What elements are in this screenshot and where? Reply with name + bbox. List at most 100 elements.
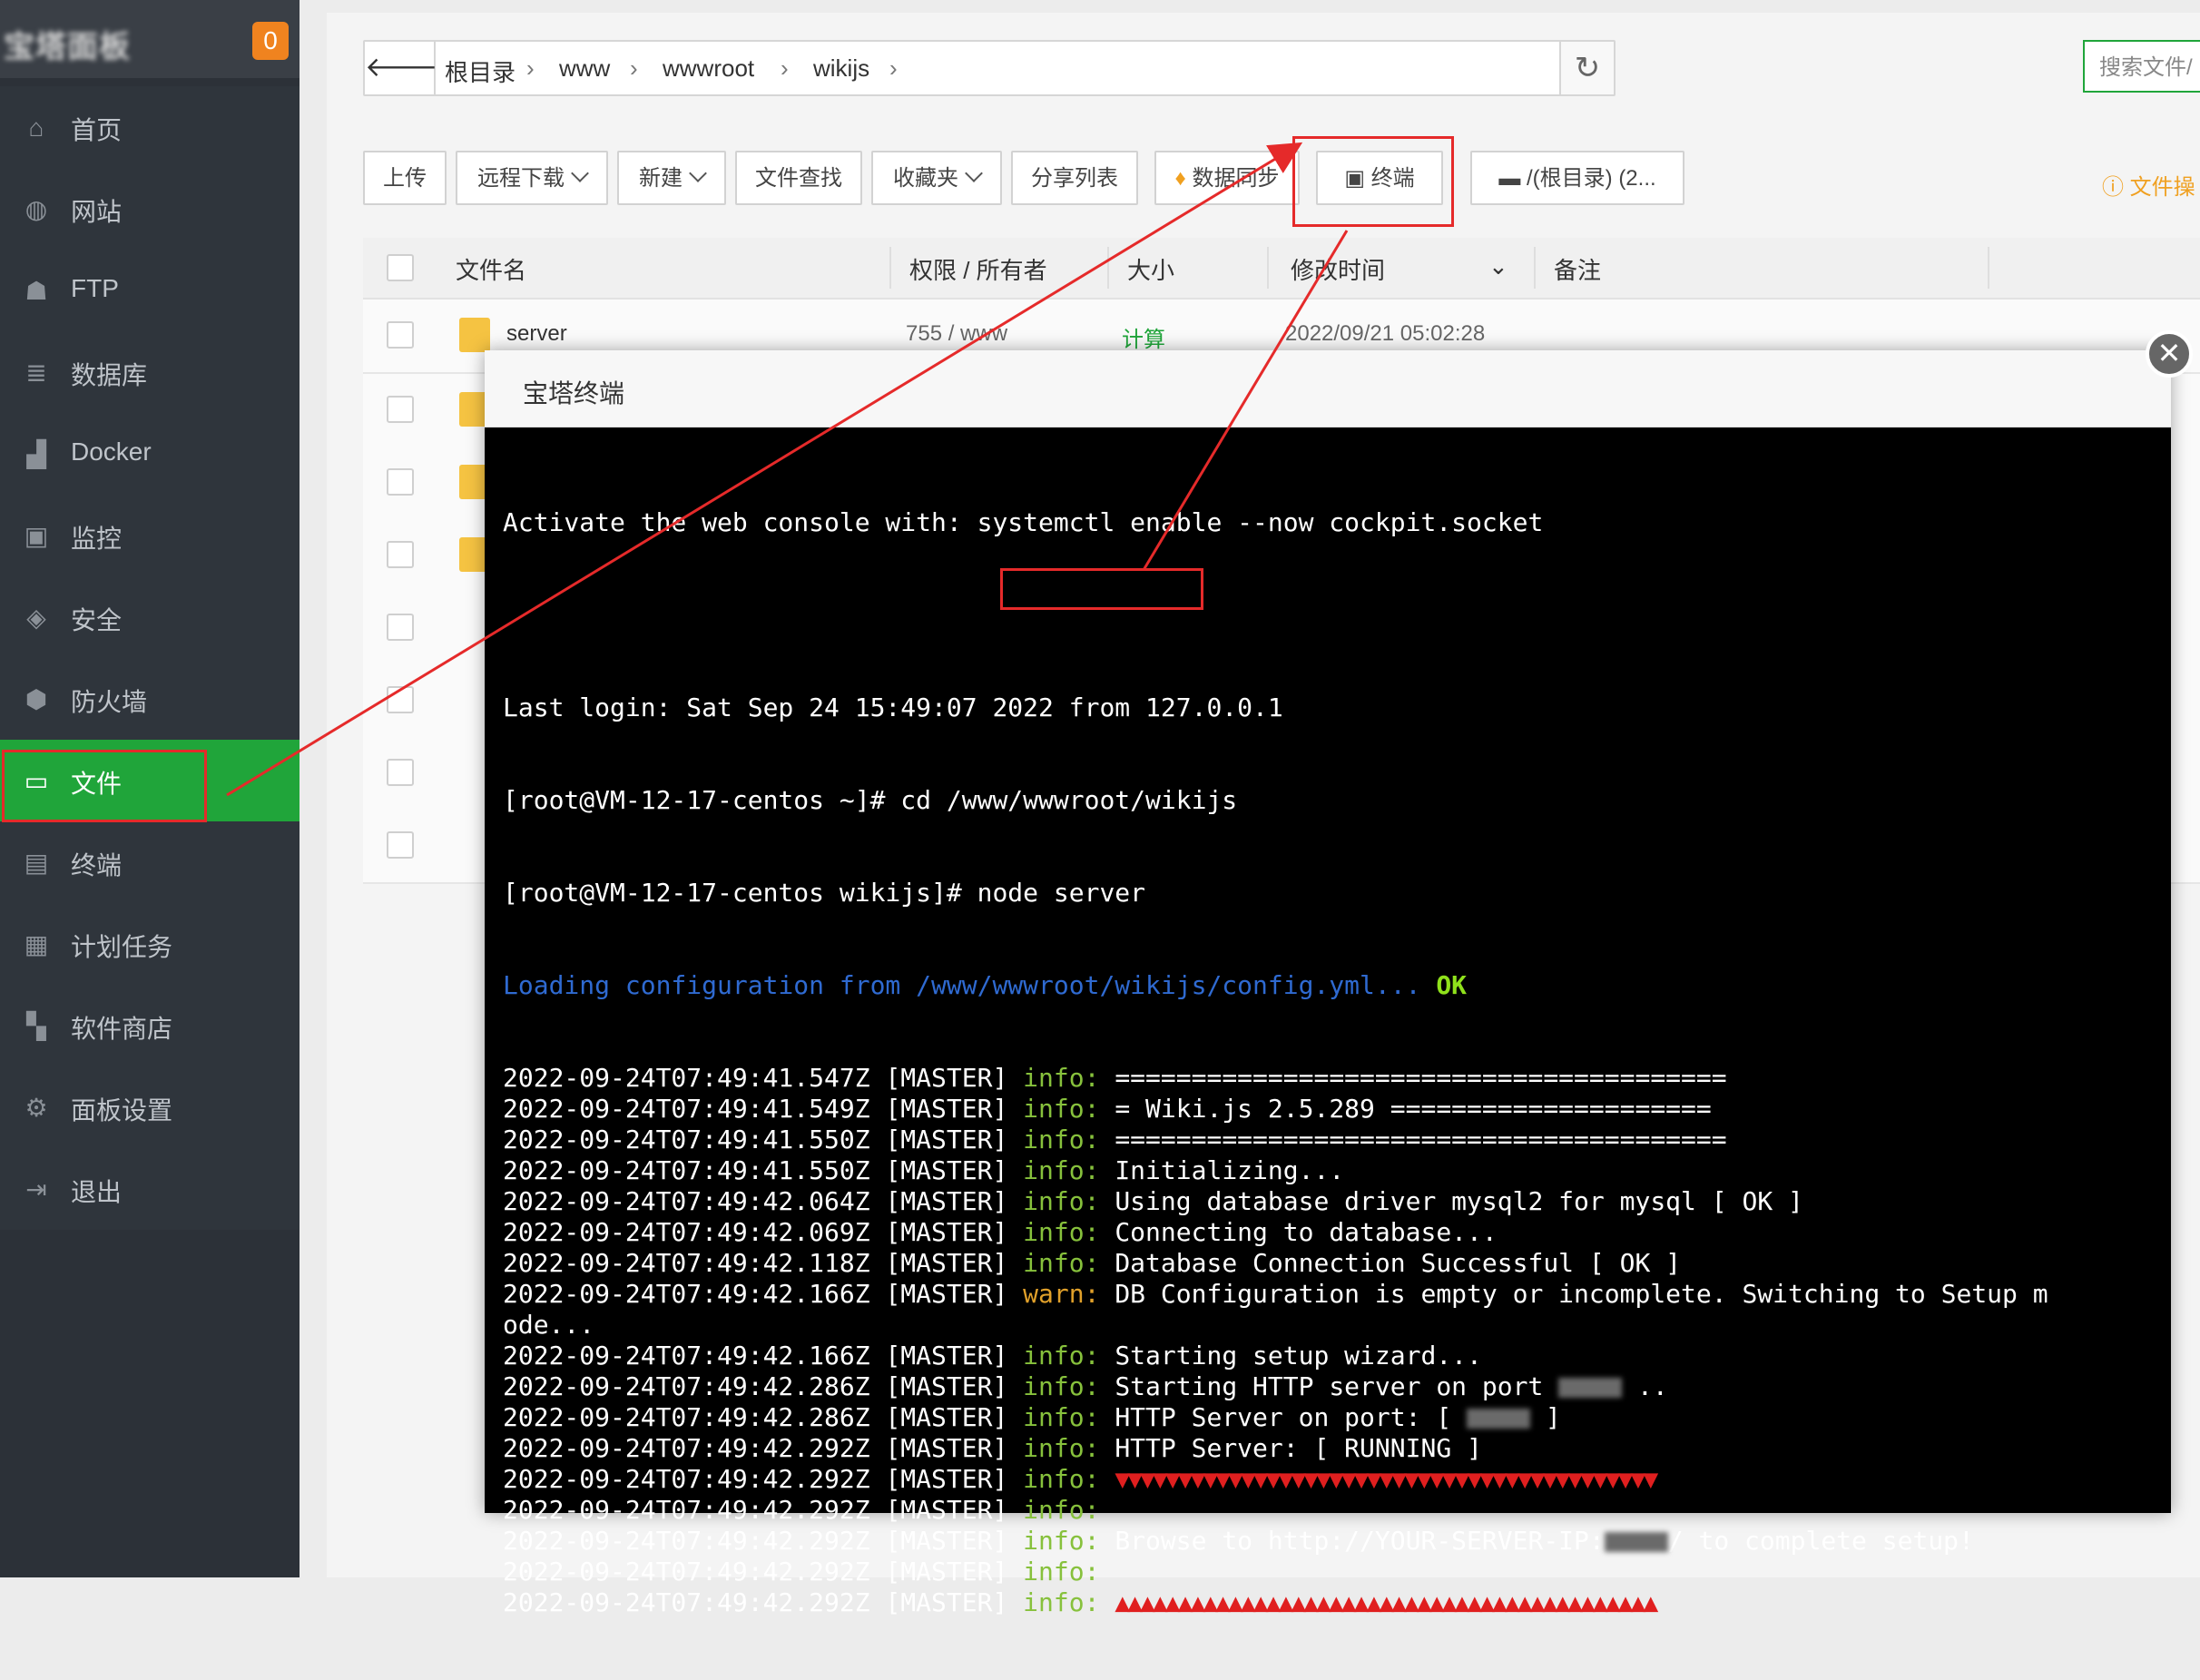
log-timestamp: 2022-09-24T07:49:42.286Z [503,1371,870,1401]
sidebar-item-label: 退出 [71,1178,123,1206]
gear-icon: ⚙ [25,1094,48,1122]
terminal-line: Last login: Sat Sep 24 15:49:07 2022 fro… [503,693,1283,722]
row-checkbox[interactable] [387,686,414,713]
sidebar-item-settings[interactable]: ⚙ 面板设置 [0,1066,300,1148]
log-source: [MASTER] [885,1217,1008,1247]
file-search-button[interactable]: 文件查找 [735,151,862,205]
search-input[interactable]: 搜索文件/ [2083,40,2200,93]
row-checkbox[interactable] [387,396,414,423]
chevron-down-icon [571,164,589,182]
terminal-line: Loading configuration from /www/wwwroot/… [503,970,2164,1001]
close-icon[interactable]: ✕ [2146,330,2193,378]
log-level: info: [1023,1495,1100,1525]
column-divider [1534,247,1536,289]
terminal-line: [root@VM-12-17-centos ~]# cd /www/wwwroo… [503,785,1238,815]
log-suffix: / to complete setup! [1667,1526,1974,1556]
sidebar-item-security[interactable]: ◈ 安全 [0,576,300,658]
row-checkbox[interactable] [387,759,414,786]
log-source: [MASTER] [885,1094,1008,1124]
database-icon: ≣ [25,359,47,387]
refresh-icon[interactable]: ↻ [1559,42,1614,94]
sidebar-item-logout[interactable]: ⇥ 退出 [0,1148,300,1230]
log-level: info: [1023,1155,1100,1185]
file-ops-label: 文件操 [2129,175,2195,200]
row-checkbox[interactable] [387,541,414,568]
file-name[interactable]: server [506,321,567,347]
data-sync-button[interactable]: ♦ 数据同步 [1154,151,1300,205]
log-source: [MASTER] [885,1186,1008,1216]
log-message: HTTP Server on port: [ [1115,1402,1468,1432]
disk-button[interactable]: ▬ /(根目录) (2... [1470,151,1684,205]
row-checkbox[interactable] [387,468,414,496]
log-message: Connecting to database... [1115,1217,1498,1247]
shield-check-icon: ◈ [26,604,46,632]
row-checkbox[interactable] [387,831,414,859]
arrow-bar-up: ▲▲▲▲▲▲▲▲▲▲▲▲▲▲▲▲▲▲▲▲▲▲▲▲▲▲▲▲▲▲▲▲▲▲▲▲▲▲▲▲… [1115,1587,1658,1617]
favorites-button[interactable]: 收藏夹 [871,151,1002,205]
sidebar-item-firewall[interactable]: ⬢ 防火墙 [0,658,300,740]
col-name[interactable]: 文件名 [456,252,526,286]
log-level: warn: [1023,1279,1100,1309]
log-level: info: [1023,1217,1100,1247]
log-timestamp: 2022-09-24T07:49:42.166Z [503,1279,870,1309]
log-timestamp: 2022-09-24T07:49:42.118Z [503,1248,870,1278]
log-line: 2022-09-24T07:49:42.118Z [MASTER] info: … [503,1248,2164,1279]
breadcrumb-item[interactable]: 根目录 [445,54,516,88]
monitor-icon: ▣ [24,522,49,550]
log-timestamp: 2022-09-24T07:49:42.064Z [503,1186,870,1216]
diamond-icon: ♦ [1174,166,1186,191]
log-message: = Wiki.js 2.5.289 ===================== [1115,1094,1712,1124]
select-all-checkbox[interactable] [387,254,414,281]
col-note[interactable]: 备注 [1554,252,1601,286]
notification-badge[interactable]: 0 [252,22,289,60]
sidebar-item-cron[interactable]: ▦ 计划任务 [0,903,300,985]
sidebar-logo: 宝塔面板 0 [0,0,300,78]
terminal-output[interactable]: Activate the web console with: systemctl… [503,446,2164,1680]
highlight-node-server [1000,568,1203,610]
col-permission[interactable]: 权限 / 所有者 [909,252,1047,286]
log-line: 2022-09-24T07:49:42.292Z [MASTER] info: … [503,1526,2164,1557]
sidebar-item-database[interactable]: ≣ 数据库 [0,331,300,413]
file-size[interactable]: 计算 [1122,321,1165,353]
sidebar-item-docker[interactable]: ▟ Docker [0,413,300,495]
log-source: [MASTER] [885,1063,1008,1093]
breadcrumb-item[interactable]: wwwroot [663,54,754,83]
log-level: info: [1023,1094,1100,1124]
new-button[interactable]: 新建 [617,151,726,205]
log-level: info: [1023,1402,1100,1432]
log-timestamp: 2022-09-24T07:49:42.069Z [503,1217,870,1247]
file-permission[interactable]: 755 / www [906,321,1007,347]
terminal-line: Activate the web console with: systemctl… [503,507,1544,537]
file-ops-hint[interactable]: ⓘ 文件操 [2102,169,2195,201]
log-timestamp: 2022-09-24T07:49:41.550Z [503,1125,870,1154]
back-arrow-icon[interactable]: 🡐 [365,42,437,94]
sidebar-item-website[interactable]: ◍ 网站 [0,168,300,250]
button-label: 新建 [639,166,683,191]
log-line: 2022-09-24T07:49:42.292Z [MASTER] info: [503,1495,2164,1526]
log-message: Using database driver mysql2 for mysql [… [1115,1186,1803,1216]
sidebar-item-app-store[interactable]: ▚ 软件商店 [0,985,300,1066]
sidebar-item-ftp[interactable]: ☗ FTP [0,250,300,331]
breadcrumb-item[interactable]: www [559,54,610,83]
breadcrumb-item[interactable]: wikijs [813,54,869,83]
upload-button[interactable]: 上传 [363,151,447,205]
log-source: [MASTER] [885,1248,1008,1278]
chevron-down-icon [689,164,707,182]
globe-icon: ◍ [25,195,48,223]
share-list-button[interactable]: 分享列表 [1011,151,1138,205]
sidebar-item-home[interactable]: ⌂ 首页 [0,86,300,168]
sort-chevron-icon[interactable]: ⌄ [1488,252,1508,280]
terminal-dialog: 宝塔终端 Activate the web console with: syst… [485,350,2171,1617]
log-line: 2022-09-24T07:49:41.549Z [MASTER] info: … [503,1094,2164,1125]
row-checkbox[interactable] [387,321,414,349]
dialog-titlebar[interactable]: 宝塔终端 [485,350,2171,427]
col-size[interactable]: 大小 [1127,252,1174,286]
col-modified[interactable]: 修改时间 [1291,252,1385,286]
row-checkbox[interactable] [387,614,414,641]
remote-download-button[interactable]: 远程下载 [456,151,608,205]
sidebar-item-monitor[interactable]: ▣ 监控 [0,495,300,576]
log-timestamp: 2022-09-24T07:49:42.292Z [503,1433,870,1463]
log-line-continuation: ode... [503,1310,595,1340]
sidebar-item-terminal[interactable]: ▤ 终端 [0,821,300,903]
